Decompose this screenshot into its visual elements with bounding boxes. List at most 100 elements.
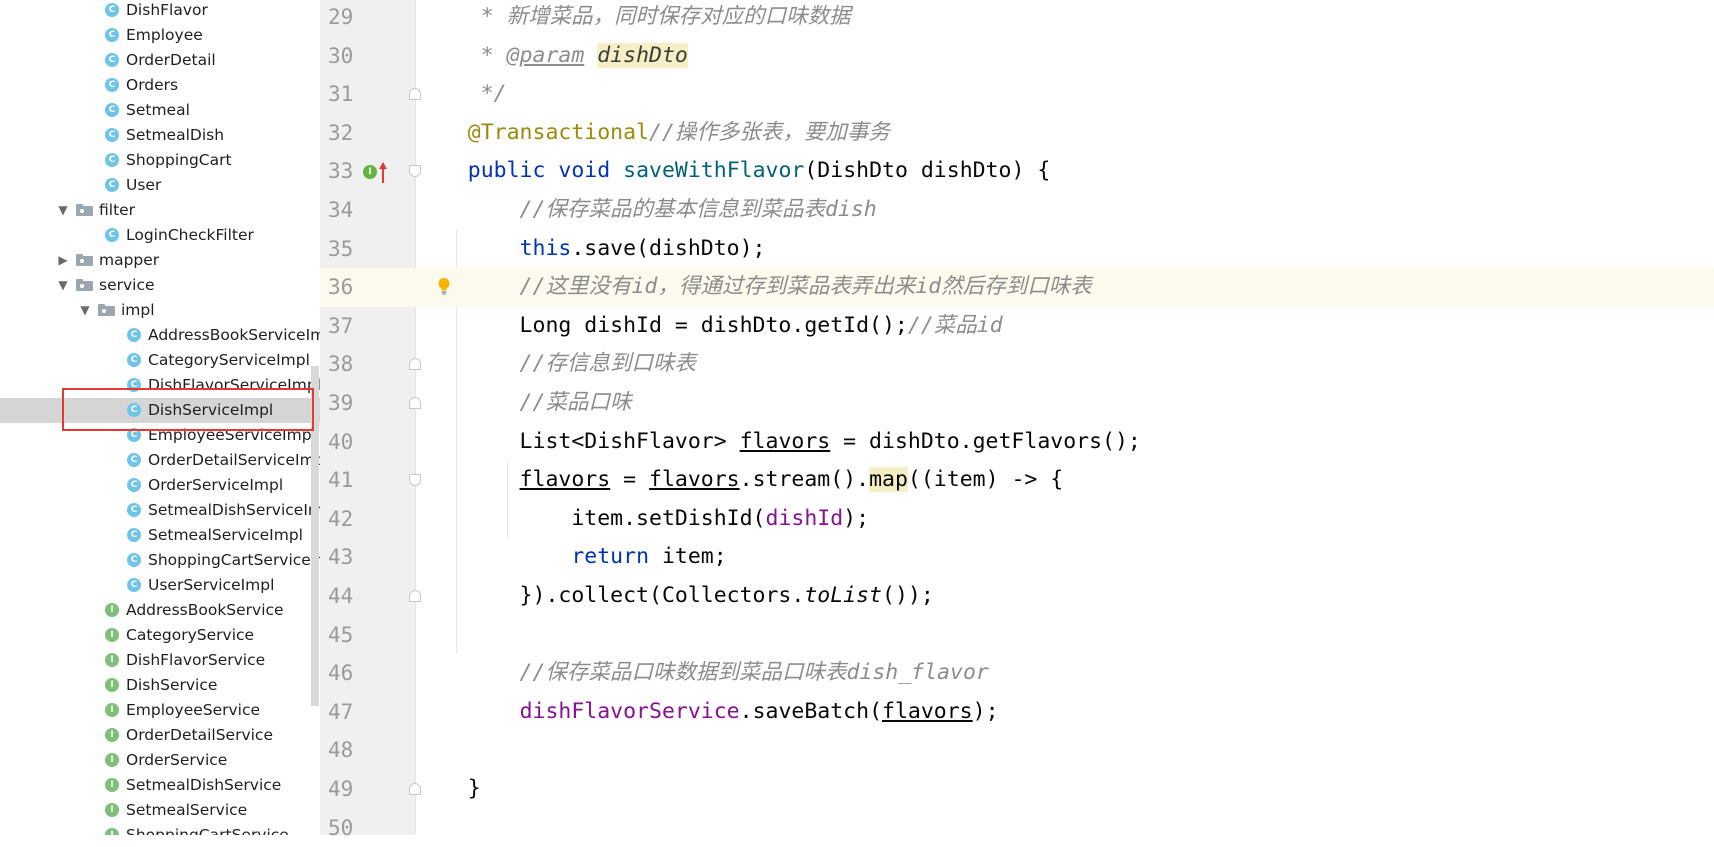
project-tree-scrollbar[interactable]	[311, 366, 319, 706]
tree-item[interactable]: C UserServiceImpl	[0, 573, 320, 598]
tree-item-label: DishFlavorServiceImpl	[148, 376, 320, 394]
tree-item[interactable]: C ShoppingCart	[0, 148, 320, 173]
tree-item[interactable]: C SetmealDishServiceImpl	[0, 498, 320, 523]
tree-package-filter[interactable]: ▼ filter	[0, 198, 320, 223]
package-folder-icon	[76, 204, 93, 216]
tree-item[interactable]: C OrderDetailServiceImpl	[0, 448, 320, 473]
tree-item[interactable]: C ShoppingCartServiceImpl	[0, 548, 320, 573]
code-editor[interactable]: * 新增菜品，同时保存对应的口味数据 * @param dishDto */ @…	[416, 0, 1714, 835]
gutter-line: 45	[320, 616, 416, 655]
code-line-text: public void saveWithFlavor(DishDto dishD…	[416, 152, 1051, 191]
code-line[interactable]: dishFlavorService.saveBatch(flavors);	[416, 693, 1714, 732]
tree-package-service[interactable]: ▼ service	[0, 273, 320, 298]
tree-item-label: OrderService	[126, 751, 228, 769]
line-number: 38	[328, 352, 354, 377]
tree-item[interactable]: I DishFlavorService	[0, 648, 320, 673]
code-token: dishDto	[597, 42, 688, 68]
code-line[interactable]: //菜品口味	[416, 384, 1714, 423]
expand-arrow-icon[interactable]: ▼	[56, 278, 70, 292]
code-line[interactable]: List<DishFlavor> flavors = dishDto.getFl…	[416, 423, 1714, 462]
code-line[interactable]	[416, 616, 1714, 655]
tree-item[interactable]: I EmployeeService	[0, 698, 320, 723]
tree-item[interactable]: C DishServiceImpl	[0, 397, 320, 423]
tree-item[interactable]: I OrderDetailService	[0, 723, 320, 748]
tree-item[interactable]: C DishFlavorServiceImpl	[0, 373, 320, 398]
code-token: .saveBatch(	[739, 698, 883, 724]
tree-item-label: SetmealDish	[126, 126, 225, 144]
class-icon: C	[105, 78, 119, 92]
code-line[interactable]: Long dishId = dishDto.getId();//菜品id	[416, 307, 1714, 346]
code-line[interactable]: flavors = flavors.stream().map((item) ->…	[416, 461, 1714, 500]
code-line[interactable]	[416, 809, 1714, 847]
code-token: dishId	[765, 505, 844, 531]
tree-item[interactable]: C OrderDetail	[0, 48, 320, 73]
implements-method-icon[interactable]: I	[363, 165, 377, 179]
tree-item-label: ShoppingCartService	[126, 826, 289, 835]
editor-gutter: 29 30 31 32 33 34 35 36 37 38 39 40 41 42 43 44 45 46 47 48…	[320, 0, 421, 840]
code-line[interactable]: public void saveWithFlavor(DishDto dishD…	[416, 152, 1714, 191]
tree-item-label: EmployeeServiceImpl	[148, 426, 316, 444]
tree-item[interactable]: I DishService	[0, 673, 320, 698]
tree-item[interactable]: C Setmeal	[0, 98, 320, 123]
interface-icon: I	[105, 778, 119, 792]
code-line[interactable]: */	[416, 75, 1714, 114]
code-line[interactable]: @Transactional//操作多张表，要加事务	[416, 114, 1714, 153]
tree-item[interactable]: I SetmealDishService	[0, 773, 320, 798]
expand-arrow-icon[interactable]: ▼	[56, 203, 70, 217]
override-up-arrow-icon[interactable]	[378, 160, 388, 184]
line-number: 32	[328, 120, 354, 145]
tree-item-label: AddressBookServiceImpl	[148, 326, 320, 344]
tree-package-impl[interactable]: ▼ impl	[0, 298, 320, 323]
code-line[interactable]: * 新增菜品，同时保存对应的口味数据	[416, 0, 1714, 37]
tree-item[interactable]: C Employee	[0, 23, 320, 48]
class-icon: C	[127, 403, 141, 417]
code-line[interactable]: this.save(dishDto);	[416, 230, 1714, 269]
code-line[interactable]: * @param dishDto	[416, 37, 1714, 76]
code-line[interactable]: item.setDishId(dishId);	[416, 500, 1714, 539]
gutter-line: 36	[320, 268, 416, 307]
tree-item[interactable]: I CategoryService	[0, 623, 320, 648]
class-icon: C	[127, 453, 141, 467]
code-token: .stream().	[739, 467, 870, 493]
tree-item[interactable]: I OrderService	[0, 748, 320, 773]
code-line[interactable]: return item;	[416, 538, 1714, 577]
collapse-arrow-icon[interactable]: ▶	[56, 253, 70, 267]
code-line[interactable]: //这里没有id，得通过存到菜品表弄出来id然后存到口味表	[416, 268, 1714, 307]
gutter-line: 31	[320, 75, 421, 114]
code-token: flavors	[649, 467, 740, 493]
code-line[interactable]: //保存菜品的基本信息到菜品表dish	[416, 191, 1714, 230]
tree-item[interactable]: C SetmealServiceImpl	[0, 523, 320, 548]
tree-item-label: User	[126, 176, 162, 194]
tree-item[interactable]: C LoginCheckFilter	[0, 223, 320, 248]
tree-item[interactable]: C DishFlavor	[0, 0, 320, 23]
tree-item[interactable]: I AddressBookService	[0, 598, 320, 623]
code-line[interactable]: }).collect(Collectors.toList());	[416, 577, 1714, 616]
tree-item[interactable]: C AddressBookServiceImpl	[0, 323, 320, 348]
line-number: 50	[328, 815, 354, 840]
tree-item[interactable]: I SetmealService	[0, 798, 320, 823]
tree-item[interactable]: I ShoppingCartService	[0, 823, 320, 835]
tree-item-label: OrderDetailServiceImpl	[148, 451, 320, 469]
lightbulb-icon[interactable]	[437, 277, 451, 295]
expand-arrow-icon[interactable]: ▼	[78, 303, 92, 317]
line-number: 44	[328, 584, 354, 608]
code-token: //保存菜品口味数据到菜品口味表dish_flavor	[416, 660, 989, 686]
code-line[interactable]: //存信息到口味表	[416, 345, 1714, 384]
code-token: public	[467, 158, 546, 184]
code-line[interactable]	[416, 731, 1714, 770]
tree-item-label: CategoryService	[126, 626, 255, 644]
code-line[interactable]: //保存菜品口味数据到菜品口味表dish_flavor	[416, 654, 1714, 693]
tree-package-mapper[interactable]: ▶ mapper	[0, 248, 320, 273]
code-line[interactable]: }	[416, 770, 1714, 809]
tree-item[interactable]: C User	[0, 173, 320, 198]
tree-item[interactable]: C OrderServiceImpl	[0, 473, 320, 498]
tree-item[interactable]: C CategoryServiceImpl	[0, 348, 320, 373]
code-token: }).collect(Collectors.	[416, 583, 805, 608]
tree-item[interactable]: C Orders	[0, 73, 320, 98]
tree-item[interactable]: C SetmealDish	[0, 123, 320, 148]
tree-item[interactable]: C EmployeeServiceImpl	[0, 423, 320, 448]
code-token: List<DishFlavor>	[416, 428, 740, 454]
code-line-text: }).collect(Collectors.toList());	[416, 577, 934, 616]
